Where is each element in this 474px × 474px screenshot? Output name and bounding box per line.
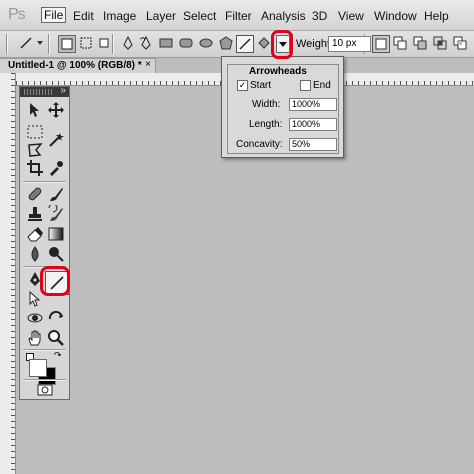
collapse-panel-icon[interactable]: »: [60, 85, 66, 96]
menu-layer[interactable]: Layer: [146, 9, 176, 23]
width-input[interactable]: 1000%: [289, 98, 337, 111]
separator: [48, 34, 50, 54]
menu-select[interactable]: Select: [183, 9, 216, 23]
menu-help[interactable]: Help: [424, 9, 449, 23]
highlight-dropdown-annotation: [271, 30, 293, 59]
vertical-ruler: [0, 73, 16, 474]
foreground-color-swatch[interactable]: [29, 359, 47, 377]
preset-dropdown-arrow-icon[interactable]: [36, 35, 44, 51]
history-brush-icon[interactable]: [47, 203, 65, 223]
menu-edit[interactable]: Edit: [73, 9, 94, 23]
fill-pixels-icon[interactable]: [96, 35, 112, 51]
document-title: Untitled-1 @ 100% (RGB/8) *: [8, 60, 142, 71]
pen-tool-icon[interactable]: [120, 35, 136, 51]
options-bar: [0, 31, 474, 58]
crop-tool-icon[interactable]: [26, 159, 44, 177]
add-to-shape-area-icon[interactable]: [392, 35, 408, 51]
dodge-tool-icon[interactable]: [47, 245, 65, 263]
move-tool-icon[interactable]: [26, 101, 44, 119]
length-input[interactable]: 1000%: [289, 118, 337, 131]
3d-orbit-tool-icon[interactable]: [47, 309, 65, 327]
arrowheads-legend: Arrowheads: [247, 66, 309, 77]
close-document-icon[interactable]: ×: [145, 59, 151, 70]
start-label: Start: [250, 80, 272, 91]
panel-grip[interactable]: [24, 89, 54, 95]
weight-input[interactable]: 10 px: [328, 36, 371, 52]
menu-file[interactable]: File: [41, 7, 67, 23]
end-label: End: [313, 80, 331, 91]
concavity-label: Concavity:: [236, 139, 283, 150]
swap-colors-icon[interactable]: ↷: [54, 351, 62, 360]
3d-rotate-tool-icon[interactable]: [26, 309, 44, 327]
end-checkbox[interactable]: [300, 80, 311, 91]
photoshop-logo: Ps: [8, 6, 26, 23]
separator: [23, 181, 66, 183]
blur-tool-icon[interactable]: [26, 245, 44, 263]
tools-panel: » ↷: [19, 85, 70, 400]
move-arrows-icon[interactable]: [47, 101, 65, 119]
menu-3d[interactable]: 3D: [312, 9, 327, 23]
subtract-from-shape-area-icon[interactable]: [412, 35, 428, 51]
intersect-shape-areas-icon[interactable]: [432, 35, 448, 51]
start-checkbox[interactable]: ✓: [237, 80, 248, 91]
menu-analysis[interactable]: Analysis: [261, 9, 306, 23]
brush-tool-icon[interactable]: [47, 185, 65, 203]
line-tool-icon[interactable]: [236, 35, 254, 53]
highlight-line-tool-annotation: [40, 266, 70, 296]
ellipse-tool-icon[interactable]: [198, 35, 214, 51]
create-new-shape-layer-icon[interactable]: [372, 35, 390, 53]
quick-mask-icon[interactable]: [36, 381, 54, 399]
custom-shape-tool-icon[interactable]: [256, 35, 272, 51]
geometry-options-popup: Arrowheads ✓ Start End Width: 1000% Leng…: [221, 56, 344, 158]
menu-bar: Ps File Edit Image Layer Select Filter A…: [0, 0, 474, 31]
healing-brush-icon[interactable]: [26, 185, 44, 203]
shape-layers-icon[interactable]: [58, 35, 76, 53]
options-grip: [6, 34, 8, 54]
marquee-tool-icon[interactable]: [26, 123, 44, 141]
length-label: Length:: [249, 119, 283, 130]
paths-icon[interactable]: [78, 35, 94, 51]
rounded-rectangle-tool-icon[interactable]: [178, 35, 194, 51]
magic-wand-icon[interactable]: [47, 131, 65, 149]
separator: [112, 34, 114, 54]
eraser-tool-icon[interactable]: [26, 225, 44, 243]
gradient-tool-icon[interactable]: [47, 225, 65, 243]
color-swatches: ↷: [26, 339, 70, 385]
lasso-tool-icon[interactable]: [26, 141, 44, 159]
menu-image[interactable]: Image: [103, 9, 136, 23]
eyedropper-tool-icon[interactable]: [47, 159, 65, 177]
exclude-overlapping-shape-areas-icon[interactable]: [452, 35, 468, 51]
menu-view[interactable]: View: [338, 9, 364, 23]
polygon-tool-icon[interactable]: [218, 35, 234, 51]
menu-window[interactable]: Window: [374, 9, 417, 23]
clone-stamp-icon[interactable]: [26, 205, 44, 223]
rectangle-tool-icon[interactable]: [158, 35, 174, 51]
document-tab[interactable]: Untitled-1 @ 100% (RGB/8) * ×: [0, 58, 156, 74]
arrowheads-group: Arrowheads ✓ Start End Width: 1000% Leng…: [227, 64, 339, 154]
freeform-pen-icon[interactable]: [138, 35, 154, 51]
menu-filter[interactable]: Filter: [225, 9, 252, 23]
width-label: Width:: [252, 99, 281, 110]
line-tool-preset-icon[interactable]: [18, 35, 34, 51]
tools-panel-header[interactable]: »: [20, 85, 69, 97]
concavity-input[interactable]: 50%: [289, 138, 337, 151]
